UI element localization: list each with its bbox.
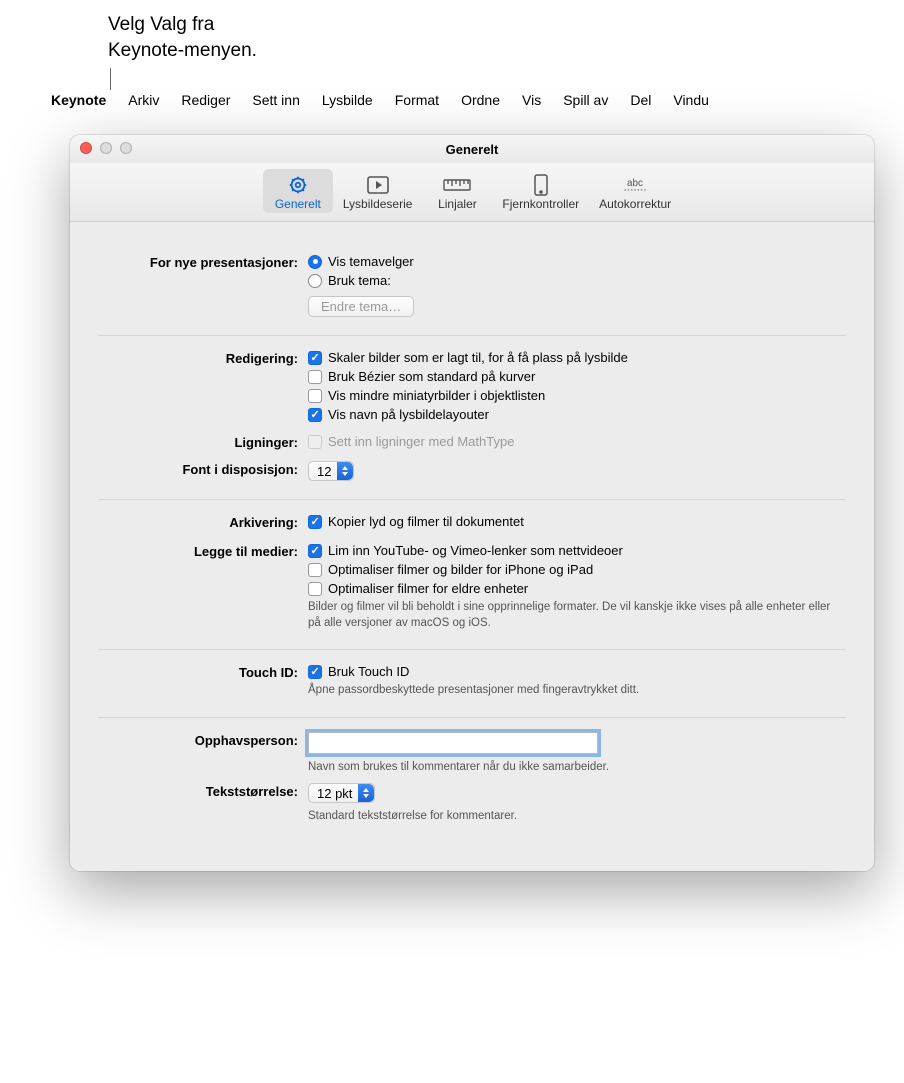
menu-vis[interactable]: Vis	[511, 92, 552, 108]
check-label: Optimaliser filmer og bilder for iPhone …	[328, 562, 593, 577]
menu-rediger[interactable]: Rediger	[170, 92, 241, 108]
callout-text: Velg Valg fra Keynote-menyen.	[108, 12, 257, 63]
check-optimize-ios[interactable]	[308, 563, 322, 577]
check-mathtype	[308, 435, 322, 449]
check-label: Bruk Bézier som standard på kurver	[328, 369, 535, 384]
radio-label: Bruk tema:	[328, 273, 391, 288]
menu-lysbilde[interactable]: Lysbilde	[311, 92, 384, 108]
check-bezier[interactable]	[308, 370, 322, 384]
menu-arkiv[interactable]: Arkiv	[117, 92, 170, 108]
select-value: 12	[317, 464, 331, 479]
titlebar: Generelt	[70, 135, 874, 163]
radio-label: Vis temavelger	[328, 254, 414, 269]
check-scale-images[interactable]	[308, 351, 322, 365]
label-equations: Ligninger:	[98, 434, 308, 450]
stepper-icon	[337, 462, 353, 480]
play-rect-icon	[364, 173, 392, 197]
menu-format[interactable]: Format	[384, 92, 450, 108]
gear-icon	[284, 173, 312, 197]
tab-label: Generelt	[275, 197, 321, 211]
author-hint: Navn som brukes til kommentarer når du i…	[308, 760, 846, 776]
label-touch-id: Touch ID:	[98, 664, 308, 680]
menu-keynote[interactable]: Keynote	[40, 92, 117, 108]
menu-ordne[interactable]: Ordne	[450, 92, 511, 108]
menu-vindu[interactable]: Vindu	[662, 92, 720, 108]
check-optimize-old[interactable]	[308, 582, 322, 596]
check-label: Kopier lyd og filmer til dokumentet	[328, 514, 524, 529]
label-outline-font: Font i disposisjon:	[98, 461, 308, 477]
touch-id-hint: Åpne passordbeskyttede presentasjoner me…	[308, 683, 846, 699]
preferences-window: Generelt Generelt Lysbildeserie Linjaler…	[70, 135, 874, 871]
label-editing: Redigering:	[98, 350, 308, 366]
check-label: Lim inn YouTube- og Vimeo-lenker som net…	[328, 543, 623, 558]
prefs-toolbar: Generelt Lysbildeserie Linjaler Fjernkon…	[70, 163, 874, 222]
tab-label: Linjaler	[438, 197, 477, 211]
check-label: Optimaliser filmer for eldre enheter	[328, 581, 528, 596]
check-paste-web-video[interactable]	[308, 544, 322, 558]
check-label: Sett inn ligninger med MathType	[328, 434, 514, 449]
ruler-icon	[443, 173, 471, 197]
text-size-select[interactable]: 12 pkt	[308, 783, 375, 803]
author-input[interactable]	[308, 732, 598, 754]
menu-sett-inn[interactable]: Sett inn	[241, 92, 310, 108]
check-layout-names[interactable]	[308, 408, 322, 422]
check-smaller-thumbs[interactable]	[308, 389, 322, 403]
change-theme-button[interactable]: Endre tema…	[308, 296, 414, 317]
check-label: Bruk Touch ID	[328, 664, 409, 679]
label-media: Legge til medier:	[98, 543, 308, 559]
tab-lysbildeserie[interactable]: Lysbildeserie	[333, 169, 423, 213]
stepper-icon	[358, 784, 374, 802]
check-label: Skaler bilder som er lagt til, for å få …	[328, 350, 628, 365]
menu-spill-av[interactable]: Spill av	[552, 92, 619, 108]
label-author: Opphavsperson:	[98, 732, 308, 748]
check-label: Vis navn på lysbildelayouter	[328, 407, 489, 422]
tab-label: Autokorrektur	[599, 197, 671, 211]
media-hint: Bilder og filmer vil bli beholdt i sine …	[308, 600, 846, 631]
check-label: Vis mindre miniatyrbilder i objektlisten	[328, 388, 545, 403]
tab-autokorrektur[interactable]: abc Autokorrektur	[589, 169, 681, 213]
radio-show-theme-chooser[interactable]	[308, 255, 322, 269]
prefs-content: For nye presentasjoner: Vis temavelger B…	[70, 222, 874, 871]
tab-generelt[interactable]: Generelt	[263, 169, 333, 213]
device-icon	[527, 173, 555, 197]
text-size-hint: Standard tekststørrelse for kommentarer.	[308, 809, 846, 825]
radio-use-theme[interactable]	[308, 274, 322, 288]
check-copy-media[interactable]	[308, 515, 322, 529]
abc-icon: abc	[621, 173, 649, 197]
zoom-button[interactable]	[120, 142, 132, 154]
callout-line	[110, 68, 111, 90]
outline-font-select[interactable]: 12	[308, 461, 354, 481]
menubar: Keynote Arkiv Rediger Sett inn Lysbilde …	[16, 88, 888, 112]
label-new-presentations: For nye presentasjoner:	[98, 254, 308, 270]
tab-label: Lysbildeserie	[343, 197, 413, 211]
tab-linjaler[interactable]: Linjaler	[422, 169, 492, 213]
minimize-button[interactable]	[100, 142, 112, 154]
select-value: 12 pkt	[317, 786, 352, 801]
label-archiving: Arkivering:	[98, 514, 308, 530]
menu-del[interactable]: Del	[619, 92, 662, 108]
window-title: Generelt	[446, 142, 499, 157]
check-touch-id[interactable]	[308, 665, 322, 679]
close-button[interactable]	[80, 142, 92, 154]
label-text-size: Tekststørrelse:	[98, 783, 308, 799]
tab-fjernkontroller[interactable]: Fjernkontroller	[492, 169, 589, 213]
svg-text:abc: abc	[627, 178, 643, 189]
tab-label: Fjernkontroller	[502, 197, 579, 211]
